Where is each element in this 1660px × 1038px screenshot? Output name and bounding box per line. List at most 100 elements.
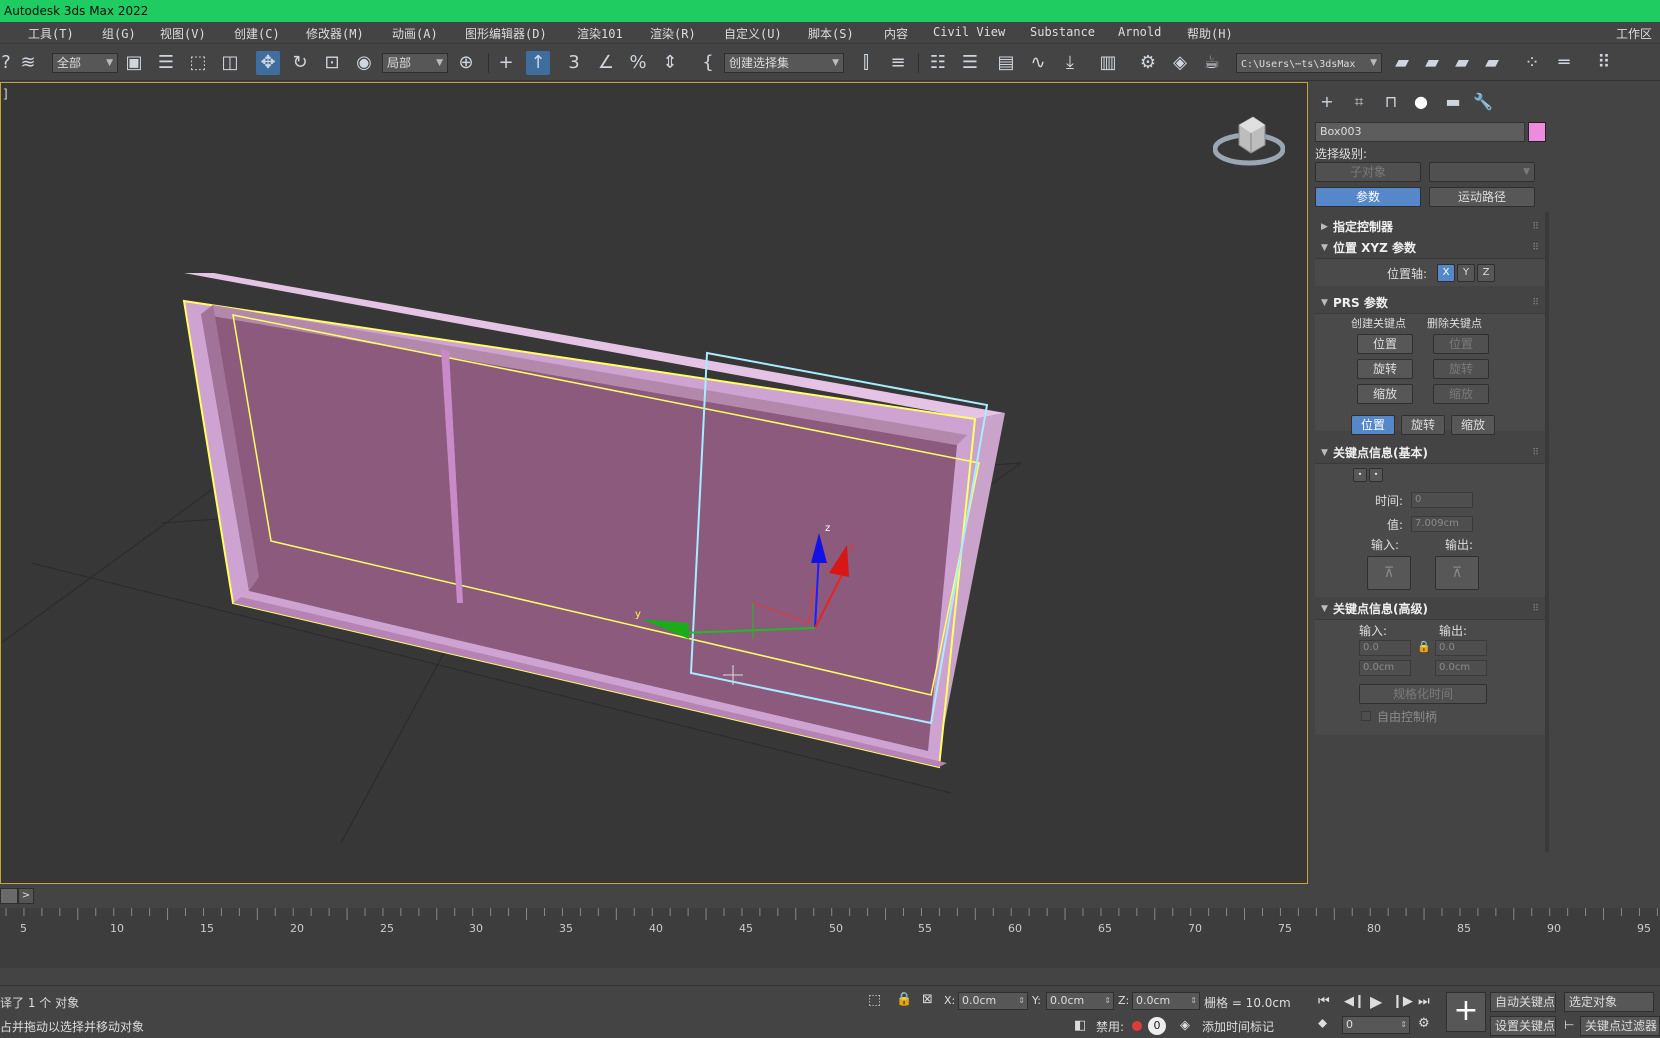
key-mode-icon[interactable]: ⬥	[1318, 1016, 1327, 1031]
layer-icon[interactable]: ☰	[958, 51, 982, 75]
menu-civil-view[interactable]: Civil View	[933, 25, 1005, 39]
key-filters-button[interactable]: 关键点过滤器	[1580, 1016, 1660, 1036]
selection-lock-icon[interactable]: 🔒	[896, 992, 912, 1007]
edit-named-selection-icon[interactable]: {	[696, 51, 720, 75]
motion-paths-button[interactable]: 运动路径	[1429, 187, 1535, 207]
current-frame-field[interactable]: 0 ⇕	[1342, 1016, 1410, 1034]
menu-substance[interactable]: Substance	[1030, 25, 1095, 39]
percent-snap-icon[interactable]: %	[626, 51, 650, 75]
x-coord-field[interactable]: 0.0cm ⇕	[958, 992, 1028, 1010]
sub-object-dropdown[interactable]: ▼	[1429, 162, 1535, 182]
position-track-button[interactable]: 位置	[1351, 415, 1395, 435]
selected-object-dropdown[interactable]: 选定对象	[1564, 992, 1654, 1012]
placement-icon[interactable]: ◉	[352, 51, 376, 75]
normalize-time-button[interactable]: 规格化时间	[1359, 684, 1487, 704]
axis-y-button[interactable]: Y	[1457, 264, 1475, 282]
dots-icon[interactable]: ⠿	[1592, 51, 1616, 75]
key-info-advanced-rollout[interactable]: ▼ 关键点信息(高级) ⠿	[1315, 600, 1545, 618]
reference-coord-dropdown[interactable]: 局部 ▼	[382, 53, 448, 73]
next-key-icon[interactable]: •	[1369, 468, 1383, 482]
set-key-button[interactable]: 设置关键点	[1490, 1016, 1556, 1036]
mirror-icon[interactable]: ⫿	[854, 51, 878, 75]
z-coord-field[interactable]: 0.0cm ⇕	[1132, 992, 1200, 1010]
time-tag-icon[interactable]: ◈	[1180, 1018, 1190, 1033]
viewport-perspective[interactable]: ] z x y	[0, 82, 1308, 884]
scale-icon[interactable]: ⊡	[320, 51, 344, 75]
set-project-icon[interactable]: ▰	[1480, 51, 1504, 75]
create-scale-key-button[interactable]: 缩放	[1357, 384, 1413, 404]
key-filter-icon[interactable]: ⊢	[1564, 1018, 1574, 1032]
snap-toggle-icon[interactable]: ⁘	[1520, 51, 1544, 75]
adaptive-degradation-icon[interactable]: ◧	[1074, 1018, 1086, 1033]
project-path-dropdown[interactable]: C:\Users\⋯ts\3dsMax ▼	[1236, 53, 1382, 73]
rotation-track-button[interactable]: 旋转	[1401, 415, 1445, 435]
value-spinner[interactable]: 7.009cm	[1411, 516, 1473, 532]
viewcube[interactable]	[1212, 111, 1286, 171]
save-folder-icon[interactable]: ▰	[1450, 51, 1474, 75]
object-color-swatch[interactable]	[1528, 122, 1546, 142]
menu-create[interactable]: 创建(C)	[234, 25, 280, 42]
time-spinner[interactable]: 0	[1411, 492, 1473, 508]
rotate-icon[interactable]: ↻	[288, 51, 312, 75]
menu-tools[interactable]: 工具(T)	[28, 25, 74, 42]
workspace-label[interactable]: 工作区	[1616, 25, 1652, 42]
menu-help[interactable]: 帮助(H)	[1187, 25, 1233, 42]
menu-scripting[interactable]: 脚本(S)	[808, 25, 854, 42]
schematic-icon[interactable]: ⤓	[1058, 51, 1082, 75]
modify-tab-icon[interactable]: ⌗	[1347, 92, 1371, 112]
object-name-field[interactable]: Box003	[1315, 122, 1525, 142]
lock-icon[interactable]: 🔒	[1417, 640, 1431, 653]
in-tangent-type-icon[interactable]: ⊼	[1367, 556, 1411, 590]
motion-tab-icon[interactable]: ●	[1409, 92, 1433, 112]
render-frame-icon[interactable]: ◈	[1168, 51, 1192, 75]
y-coord-field[interactable]: 0.0cm ⇕	[1046, 992, 1114, 1010]
add-time-tag-label[interactable]: 添加时间标记	[1202, 1018, 1274, 1035]
adv-in-value-spinner[interactable]: 0.0cm	[1359, 660, 1411, 676]
menu-content[interactable]: 内容	[884, 25, 908, 42]
display-tab-icon[interactable]: ▬	[1441, 92, 1465, 112]
render-icon[interactable]: ☕	[1200, 51, 1224, 75]
menu-group[interactable]: 组(G)	[102, 25, 136, 42]
isolate-selection-icon[interactable]: ⬚	[868, 992, 881, 1008]
delete-rotation-key-button[interactable]: 旋转	[1433, 359, 1489, 379]
menu-graph-editors[interactable]: 图形编辑器(D)	[465, 25, 547, 42]
time-next-button[interactable]: >	[18, 888, 34, 904]
auto-key-button[interactable]: 自动关键点	[1490, 992, 1556, 1012]
key-info-basic-rollout[interactable]: ▼ 关键点信息(基本) ⠿	[1315, 444, 1545, 462]
free-handle-checkbox[interactable]	[1361, 711, 1371, 721]
delete-scale-key-button[interactable]: 缩放	[1433, 384, 1489, 404]
create-position-key-button[interactable]: 位置	[1357, 334, 1413, 354]
align-icon[interactable]: ≡	[886, 51, 910, 75]
pivot-icon[interactable]: ⊕	[454, 51, 478, 75]
axis-x-button[interactable]: X	[1437, 264, 1455, 282]
selection-filter-dropdown[interactable]: 全部 ▼	[52, 53, 118, 73]
bind-icon[interactable]: ≋	[16, 51, 40, 75]
grid-icon[interactable]: ═	[1552, 51, 1576, 75]
window-crossing-icon[interactable]: ◫	[218, 51, 242, 75]
prev-key-icon[interactable]: •	[1353, 468, 1367, 482]
menu-rendering[interactable]: 渲染(R)	[650, 25, 696, 42]
command-panel-scrollbar[interactable]	[1545, 212, 1549, 852]
project-folder-icon[interactable]: ▰	[1390, 51, 1414, 75]
menu-customize[interactable]: 自定义(U)	[724, 25, 782, 42]
adv-out-speed-spinner[interactable]: 0.0	[1435, 640, 1487, 656]
render-setup-icon[interactable]: ⚙	[1136, 51, 1160, 75]
scale-track-button[interactable]: 缩放	[1451, 415, 1495, 435]
utilities-tab-icon[interactable]: 🔧	[1471, 92, 1495, 112]
menu-view[interactable]: 视图(V)	[160, 25, 206, 42]
snap-3d-icon[interactable]: 3	[562, 51, 586, 75]
rect-region-icon[interactable]: ⬚	[186, 51, 210, 75]
prs-rollout[interactable]: ▼ PRS 参数 ⠿	[1315, 294, 1545, 312]
out-tangent-type-icon[interactable]: ⊼	[1435, 556, 1479, 590]
menu-render101[interactable]: 渲染101	[577, 25, 623, 42]
hierarchy-tab-icon[interactable]: ⊓	[1379, 92, 1403, 112]
ribbon-icon[interactable]: ▤	[994, 51, 1018, 75]
keyboard-shortcut-icon[interactable]: ↑	[526, 51, 550, 75]
play-icon[interactable]: ▶	[1370, 992, 1382, 1011]
position-xyz-rollout[interactable]: ▼ 位置 XYZ 参数 ⠿	[1315, 239, 1545, 257]
track-bar[interactable]: 5 10 15 20 25 30 35 40 45 50 55 60 65 70…	[0, 908, 1660, 968]
create-tab-icon[interactable]: +	[1315, 92, 1339, 112]
spinner-snap-icon[interactable]: ⇕	[658, 51, 682, 75]
select-by-name-icon[interactable]: ☰	[154, 51, 178, 75]
open-folder-icon[interactable]: ▰	[1420, 51, 1444, 75]
